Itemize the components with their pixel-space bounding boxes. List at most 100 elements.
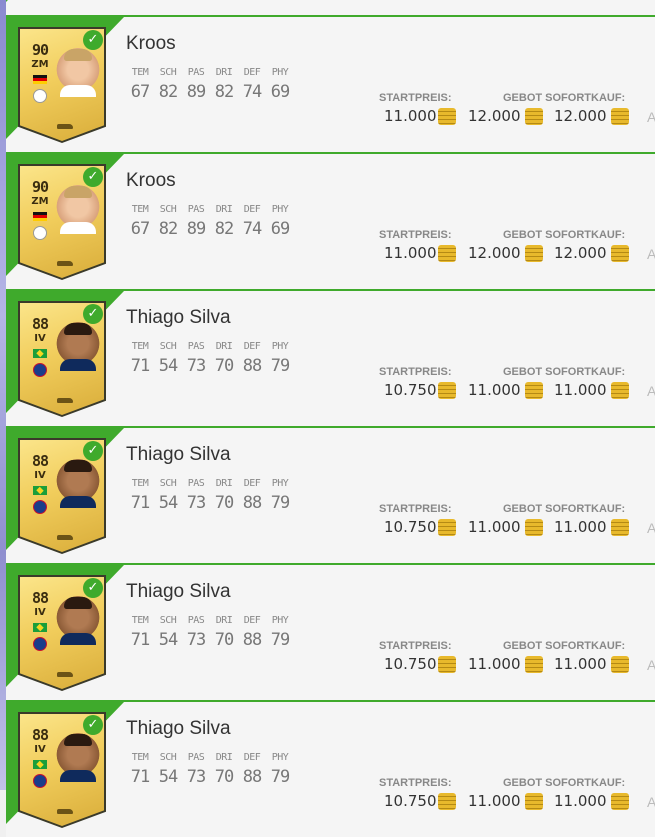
stat-label: PHY: [271, 752, 289, 763]
start-price-value: 10.750: [384, 381, 437, 399]
stat-label: DRI: [215, 341, 233, 352]
list-item[interactable]: 88 IV ✓ Thiago Silva TEM 71 SCH 54 PAS 73 DRI 7…: [6, 700, 655, 837]
card-rating: 88: [31, 315, 49, 333]
stat-value: 67: [130, 82, 150, 102]
stat-value: 54: [158, 493, 178, 513]
buy-now-value: 11.000: [554, 381, 607, 399]
stat-value: 79: [270, 767, 290, 787]
check-icon: ✓: [83, 30, 103, 50]
stat-label: DEF: [243, 752, 261, 763]
stat-label: SCH: [159, 752, 177, 763]
stat-value: 54: [158, 630, 178, 650]
stat-value: 69: [270, 82, 290, 102]
stat-label: TEM: [131, 341, 149, 352]
card-position: ZM: [31, 59, 49, 70]
stat-value: 54: [158, 356, 178, 376]
coins-icon: [438, 656, 456, 673]
stat-label: DEF: [243, 204, 261, 215]
bid-value: 12.000: [468, 107, 521, 125]
coins-icon: [438, 245, 456, 262]
stat-tem: TEM 71: [126, 747, 154, 787]
bid-buy-now-label: GEBOT SOFORTKAUF:: [503, 229, 626, 241]
stat-label: PAS: [187, 204, 205, 215]
list-item[interactable]: 90 ZM ✓ Kroos TEM 67 SCH 82 PAS 89 DRI 82 DEF 74 P…: [6, 15, 655, 152]
stat-label: PHY: [271, 615, 289, 626]
bid-value: 11.000: [468, 381, 521, 399]
stat-pas: PAS 73: [182, 336, 210, 376]
card-position: IV: [34, 470, 46, 481]
player-name: Thiago Silva: [126, 718, 231, 739]
stat-pas: PAS 89: [182, 199, 210, 239]
stat-value: 71: [130, 356, 150, 376]
stat-label: TEM: [131, 67, 149, 78]
stat-label: PAS: [187, 752, 205, 763]
stat-value: 70: [214, 767, 234, 787]
card-rating: 90: [31, 178, 49, 196]
stat-dri: DRI 82: [210, 62, 238, 102]
stat-phy: PHY 79: [266, 610, 294, 650]
list-item-partial[interactable]: [6, 0, 655, 15]
stat-dri: DRI 82: [210, 199, 238, 239]
stat-tem: TEM 67: [126, 199, 154, 239]
player-name: Kroos: [126, 170, 176, 191]
stat-dri: DRI 70: [210, 610, 238, 650]
player-portrait: [56, 732, 100, 782]
stat-value: 88: [242, 356, 262, 376]
bid-value: 11.000: [468, 655, 521, 673]
nation-flag-icon: [33, 623, 47, 632]
card-rating: 90: [31, 41, 49, 59]
stat-value: 71: [130, 767, 150, 787]
row-overflow-text: A: [647, 383, 655, 399]
stat-value: 73: [186, 493, 206, 513]
stat-pas: PAS 89: [182, 62, 210, 102]
stat-value: 79: [270, 493, 290, 513]
stat-sch: SCH 54: [154, 473, 182, 513]
list-item[interactable]: 88 IV ✓ Thiago Silva TEM 71 SCH 54 PAS 73 DRI 7…: [6, 563, 655, 700]
stat-label: TEM: [131, 478, 149, 489]
bid-buy-now-label: GEBOT SOFORTKAUF:: [503, 640, 626, 652]
coins-icon: [525, 382, 543, 399]
stat-label: PHY: [271, 67, 289, 78]
bid-buy-now-label: GEBOT SOFORTKAUF:: [503, 366, 626, 378]
buy-now-value: 12.000: [554, 244, 607, 262]
stat-label: SCH: [159, 204, 177, 215]
coins-icon: [438, 382, 456, 399]
card-rating: 88: [31, 589, 49, 607]
stat-value: 82: [158, 82, 178, 102]
list-item[interactable]: 88 IV ✓ Thiago Silva TEM 71 SCH 54 PAS 73 DRI 7…: [6, 289, 655, 426]
coins-icon: [611, 108, 629, 125]
stat-value: 82: [158, 219, 178, 239]
stat-value: 89: [186, 82, 206, 102]
buy-now-value: 12.000: [554, 107, 607, 125]
list-item[interactable]: 88 IV ✓ Thiago Silva TEM 71 SCH 54 PAS 73 DRI 7…: [6, 426, 655, 563]
stat-pas: PAS 73: [182, 610, 210, 650]
player-name: Thiago Silva: [126, 307, 231, 328]
start-price-label: STARTPREIS:: [379, 777, 452, 789]
stat-dri: DRI 70: [210, 473, 238, 513]
check-icon: ✓: [83, 441, 103, 461]
coins-icon: [525, 519, 543, 536]
check-icon: ✓: [83, 304, 103, 324]
stat-dri: DRI 70: [210, 336, 238, 376]
stat-label: PAS: [187, 341, 205, 352]
stat-sch: SCH 82: [154, 62, 182, 102]
stat-value: 73: [186, 356, 206, 376]
coins-icon: [525, 793, 543, 810]
stat-label: PHY: [271, 341, 289, 352]
stat-value: 70: [214, 630, 234, 650]
stat-label: SCH: [159, 478, 177, 489]
bid-buy-now-label: GEBOT SOFORTKAUF:: [503, 503, 626, 515]
stat-label: DEF: [243, 478, 261, 489]
stat-value: 71: [130, 493, 150, 513]
stat-value: 79: [270, 356, 290, 376]
stat-tem: TEM 71: [126, 610, 154, 650]
boot-icon: [57, 261, 73, 266]
start-price-label: STARTPREIS:: [379, 366, 452, 378]
card-position: ZM: [31, 196, 49, 207]
list-item[interactable]: 90 ZM ✓ Kroos TEM 67 SCH 82 PAS 89 DRI 82 DEF 74 P…: [6, 152, 655, 289]
start-price-value: 10.750: [384, 518, 437, 536]
player-portrait: [56, 595, 100, 645]
stat-value: 82: [214, 219, 234, 239]
stat-label: TEM: [131, 615, 149, 626]
stat-phy: PHY 79: [266, 747, 294, 787]
